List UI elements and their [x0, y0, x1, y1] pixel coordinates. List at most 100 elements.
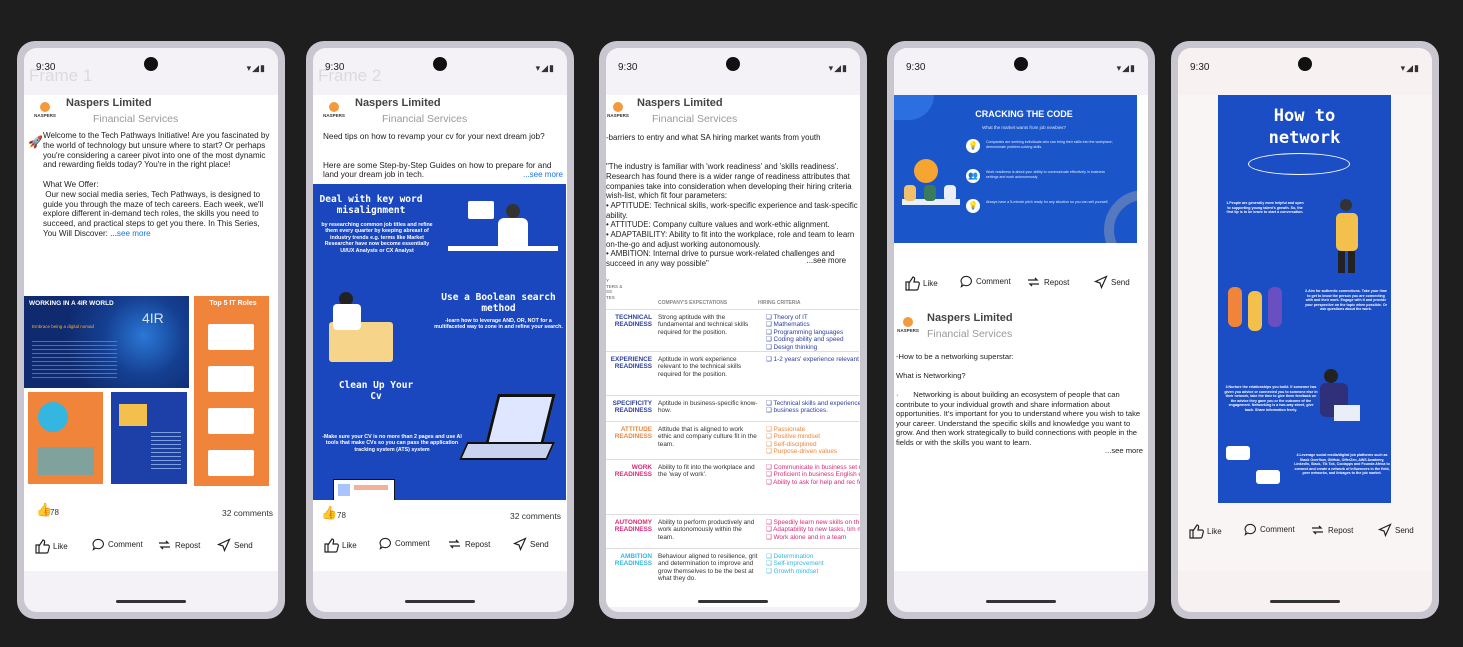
signal-battery-icon: ▾◢▮ [828, 63, 848, 73]
like-reaction-icon: 👍 [321, 505, 338, 520]
like-label: Like [923, 278, 938, 288]
company-name[interactable]: Naspers Limited [927, 312, 1013, 324]
checkbox-icon: ❑ [766, 328, 774, 336]
post-image-cv-tips[interactable]: Deal with key word misalignment by resea… [313, 184, 566, 500]
post-text: Welcome to the Tech Pathways Initiative!… [43, 131, 270, 238]
post-card: NASPERS Naspers Limited Financial Servic… [313, 95, 567, 571]
checkbox-icon: ❑ [766, 519, 774, 526]
home-indicator[interactable] [116, 600, 186, 603]
company-name[interactable]: Naspers Limited [637, 97, 723, 109]
like-button[interactable]: Like [323, 537, 357, 553]
comment-button[interactable]: Comment [1244, 523, 1295, 536]
like-count[interactable]: 78 [337, 511, 346, 520]
table-row: SPECIFICITY READINESS Aptitude in busines… [606, 395, 860, 422]
like-label: Like [1207, 526, 1222, 536]
repost-button[interactable]: Repost [447, 537, 490, 551]
readiness-expectation: Ability to fit into the workplace and th… [658, 464, 755, 479]
checkbox-icon: ❑ [766, 553, 774, 560]
comment-count[interactable]: 32 comments [510, 511, 561, 521]
criteria-item: ❑ Self-disciplined [766, 440, 817, 448]
readiness-expectation: Strong aptitude with the fundamental and… [658, 314, 749, 336]
send-label: Send [1395, 525, 1414, 535]
company-name[interactable]: Naspers Limited [355, 97, 441, 109]
person-with-phone-illustration [1318, 195, 1378, 275]
person-at-desk-illustration [448, 196, 558, 274]
table-row: AMBITION READINESS Behaviour aligned to r… [606, 548, 859, 595]
send-button[interactable]: Send [1378, 523, 1414, 537]
home-indicator[interactable] [986, 600, 1056, 603]
send-label: Send [234, 540, 253, 550]
readiness-name: EXPERIENCE READINESS [610, 356, 652, 371]
repost-button[interactable]: Repost [157, 538, 200, 552]
phone-frame-4: 9:30 ▾◢▮ CRACKING THE CODE What the mark… [887, 41, 1155, 619]
criteria-item: ❑ Design thinking [766, 343, 818, 351]
home-indicator[interactable] [405, 600, 475, 603]
criteria-item: ❑ Communicate in business set meetings [766, 464, 860, 471]
checkbox-icon: ❑ [766, 560, 774, 568]
table-header-expectations: COMPANY'S EXPECTATIONS [658, 300, 728, 306]
repost-icon [159, 540, 170, 550]
send-button[interactable]: Send [513, 537, 549, 551]
criteria-item: ❑ Programming languages [766, 328, 844, 336]
like-count[interactable]: 78 [50, 508, 59, 517]
post-actions-bar: Like Comment Repost Send [894, 275, 1148, 295]
see-more-link[interactable]: ...see more [523, 170, 563, 179]
criteria-item: ❑ Growth mindset [766, 567, 819, 575]
criteria-item: ❑ Coding ability and speed [766, 336, 844, 344]
send-icon [513, 537, 527, 551]
naspers-logo[interactable]: NASPERS [607, 100, 629, 122]
readiness-criteria-list: ❑ Theory of IT ❑ Mathematics ❑ Programming… [766, 314, 860, 351]
group-illustration [1222, 281, 1302, 345]
like-button[interactable]: Like [1188, 523, 1222, 539]
send-button[interactable]: Send [1094, 275, 1130, 289]
how-to-network-image[interactable]: How to network 1.People are generally mo… [1218, 95, 1391, 503]
phone-screen: 9:30 ▾◢▮ Frame 2 NASPERS Naspers Limited… [313, 48, 567, 612]
checkbox-icon: ❑ [766, 343, 774, 351]
criteria-item: ❑ Positive mindset [766, 433, 821, 441]
checkbox-icon: ❑ [766, 407, 774, 415]
company-name[interactable]: Naspers Limited [66, 97, 152, 109]
collage-text-lines [32, 341, 117, 381]
comment-count[interactable]: 32 comments [222, 508, 273, 518]
table-side-label: Y TERS & SS TES [606, 278, 623, 300]
see-more-link[interactable]: ...see more [1105, 446, 1143, 455]
repost-icon [1028, 277, 1039, 287]
repost-button[interactable]: Repost [1310, 523, 1353, 537]
home-indicator[interactable] [698, 600, 768, 603]
send-button[interactable]: Send [217, 538, 253, 552]
naspers-logo[interactable]: NASPERS [34, 100, 56, 122]
repost-icon [449, 539, 460, 549]
repost-button[interactable]: Repost [1026, 275, 1069, 289]
checkbox-icon: ❑ [766, 471, 774, 479]
repost-icon [1312, 525, 1323, 535]
status-bar: 9:30 ▾◢▮ [1178, 48, 1432, 88]
cv-tip-text-1: by researching common job titles and ref… [321, 222, 433, 254]
readiness-expectation: Ability to perform productively and work… [658, 519, 755, 541]
naspers-logo[interactable]: NASPERS [323, 100, 345, 122]
cv-tip-text-3: -Make sure your CV is no more than 2 pag… [322, 434, 462, 453]
phone-screen: 9:30 ▾◢▮ CRACKING THE CODE What the mark… [894, 48, 1148, 612]
send-label: Send [530, 539, 549, 549]
phone-frame-5: 9:30 ▾◢▮ How to network 1.People are gen… [1171, 41, 1439, 619]
see-more-link[interactable]: ...see more [807, 256, 846, 265]
readiness-criteria-list: ❑ Passionate ❑ Positive mindset ❑ Self-dis… [766, 426, 860, 456]
criteria-item: ❑ Adaptability to new tasks, tim managem… [766, 526, 860, 534]
home-indicator[interactable] [1270, 600, 1340, 603]
repost-label: Repost [175, 540, 201, 550]
comment-button[interactable]: Comment [960, 275, 1011, 288]
comment-button[interactable]: Comment [379, 537, 430, 550]
readiness-criteria-list: ❑ 1-2 years' experience relevant to tech… [766, 356, 860, 363]
readiness-name: AUTONOMY READINESS [614, 519, 652, 534]
post-image-collage[interactable]: WORKING IN A 4IR WORLD 4IR Embrace being… [24, 296, 272, 486]
table-row: WORK READINESS Ability to fit into the wo… [606, 459, 860, 515]
comment-button[interactable]: Comment [92, 538, 143, 551]
readiness-criteria-list: ❑ Determination ❑ Self-improvement ❑ Growt… [766, 553, 860, 575]
like-button[interactable]: Like [34, 538, 68, 554]
like-button[interactable]: Like [904, 275, 938, 291]
readiness-name: ATTITUDE READINESS [614, 426, 652, 441]
frame-label: Frame 1 [29, 66, 93, 85]
cracking-the-code-image[interactable]: CRACKING THE CODE What the market wants … [894, 95, 1137, 243]
naspers-logo[interactable]: NASPERS [897, 315, 919, 337]
readiness-name: AMBITION READINESS [614, 553, 652, 568]
see-more-link[interactable]: see more [117, 229, 151, 238]
